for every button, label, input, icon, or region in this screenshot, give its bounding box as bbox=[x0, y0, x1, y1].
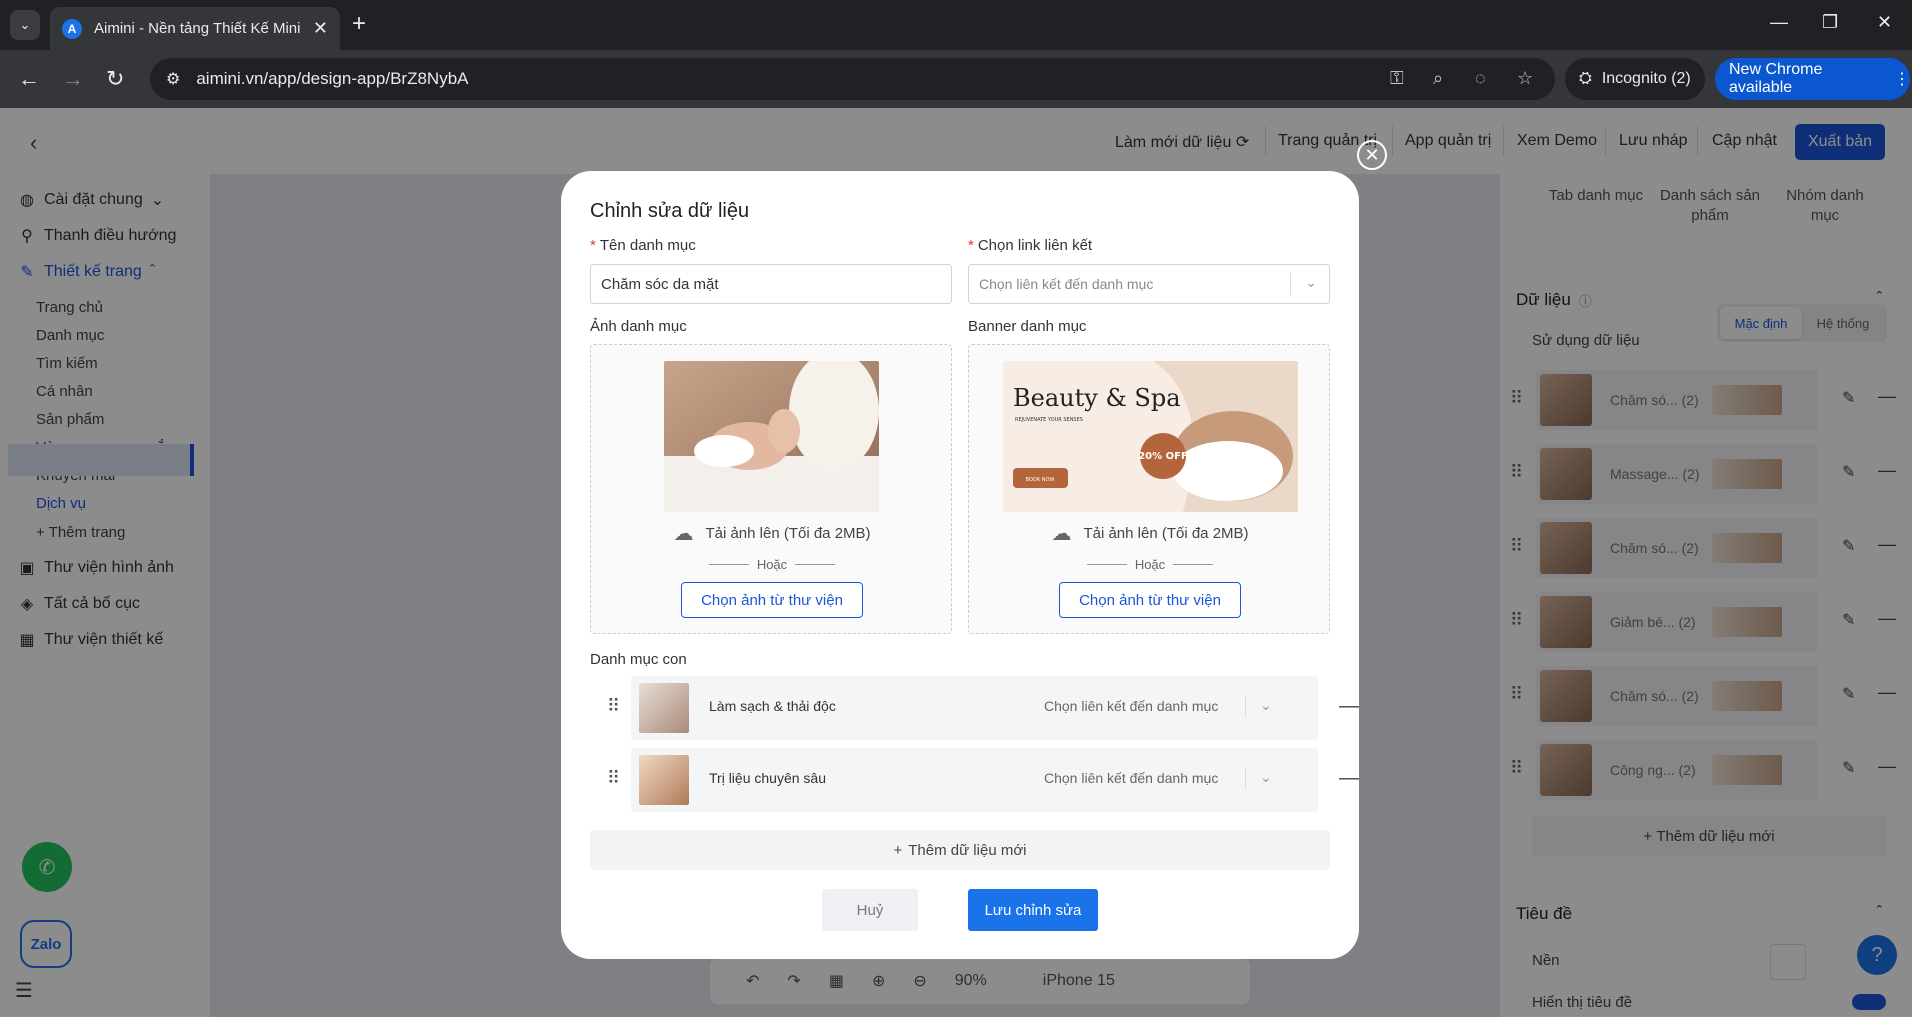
cloud-upload-icon: ☁ bbox=[1051, 523, 1072, 545]
or-divider: Hoặc bbox=[969, 557, 1331, 572]
choose-from-library-button[interactable]: Chọn ảnh từ thư viện bbox=[681, 582, 863, 618]
category-banner-preview: Beauty & Spa REJUVENATE YOUR SENSES 20% … bbox=[1003, 361, 1298, 512]
restore-icon[interactable]: ❐ bbox=[1822, 12, 1838, 33]
browser-tab[interactable]: A Aimini - Nền tảng Thiết Kế Mini ✕ bbox=[50, 7, 340, 50]
or-text: Hoặc bbox=[756, 557, 788, 572]
or-divider: Hoặc bbox=[591, 557, 953, 572]
forward-icon[interactable]: → bbox=[62, 66, 84, 92]
name-label: * Tên danh mục bbox=[590, 237, 696, 254]
back-icon[interactable]: ← bbox=[18, 66, 40, 92]
save-button[interactable]: Lưu chỉnh sửa bbox=[968, 889, 1098, 931]
subcategory-name: Làm sạch & thải độc bbox=[709, 698, 836, 714]
minimize-icon[interactable]: — bbox=[1770, 12, 1788, 33]
category-image-upload[interactable]: ☁ Tải ảnh lên (Tối đa 2MB) Hoặc Chọn ảnh … bbox=[590, 344, 952, 634]
add-data-label: Thêm dữ liệu mới bbox=[908, 841, 1027, 859]
plus-icon: + bbox=[893, 841, 903, 859]
image-label: Ảnh danh mục bbox=[590, 318, 687, 335]
address-bar[interactable]: ⚙ aimini.vn/app/design-app/BrZ8NybA ⚿ ⌕ … bbox=[150, 58, 1555, 100]
tab-title: Aimini - Nền tảng Thiết Kế Mini bbox=[94, 20, 301, 37]
subcategory-thumbnail bbox=[639, 755, 689, 805]
select-divider bbox=[1245, 696, 1246, 718]
modal-close-icon[interactable]: ✕ bbox=[1357, 140, 1387, 170]
add-data-button[interactable]: + Thêm dữ liệu mới bbox=[590, 830, 1330, 870]
browser-tab-strip: ⌄ A Aimini - Nền tảng Thiết Kế Mini ✕ + … bbox=[0, 0, 1912, 50]
remove-subcategory-icon[interactable]: — bbox=[1339, 767, 1359, 790]
banner-badge: 20% OFF bbox=[1138, 451, 1188, 462]
chevron-down-icon[interactable]: ⌄ bbox=[1260, 697, 1272, 714]
banner-subtitle: REJUVENATE YOUR SENSES bbox=[1015, 417, 1083, 423]
subcategory-label: Danh mục con bbox=[590, 651, 687, 668]
tab-search-dropdown[interactable]: ⌄ bbox=[10, 10, 40, 40]
zoom-icon[interactable]: ⌕ bbox=[1433, 68, 1443, 89]
edit-data-modal: Chỉnh sửa dữ liệu * Tên danh mục Chăm sóc… bbox=[561, 171, 1359, 959]
incognito-label: Incognito (2) bbox=[1601, 70, 1691, 87]
incognito-indicator[interactable]: ⛭ Incognito (2) bbox=[1565, 58, 1705, 100]
select-divider bbox=[1290, 273, 1291, 295]
reload-icon[interactable]: ↻ bbox=[106, 66, 124, 92]
aimini-favicon-icon: A bbox=[62, 18, 82, 39]
url-text: aimini.vn/app/design-app/BrZ8NybA bbox=[196, 69, 469, 88]
bookmark-star-icon[interactable]: ☆ bbox=[1517, 68, 1533, 89]
update-label: New Chrome available bbox=[1729, 61, 1823, 96]
more-menu-icon[interactable]: ⋮ bbox=[1894, 69, 1910, 89]
label-text: Chọn link liên kết bbox=[977, 237, 1093, 254]
subcategory-link-select[interactable]: Chọn liên kết đến danh mục bbox=[1044, 770, 1218, 786]
choose-from-library-button[interactable]: Chọn ảnh từ thư viện bbox=[1059, 582, 1241, 618]
subcategory-link-select[interactable]: Chọn liên kết đến danh mục bbox=[1044, 698, 1218, 714]
label-text: Tên danh mục bbox=[599, 237, 696, 254]
drag-handle-icon[interactable]: ⠿ bbox=[607, 768, 620, 789]
upload-row: ☁ Tải ảnh lên (Tối đa 2MB) bbox=[969, 521, 1331, 546]
cloud-upload-icon: ☁ bbox=[673, 523, 694, 545]
tab-close-icon[interactable]: ✕ bbox=[313, 18, 328, 39]
upload-text: Tải ảnh lên (Tối đa 2MB) bbox=[1083, 525, 1249, 542]
modal-title: Chỉnh sửa dữ liệu bbox=[590, 200, 750, 222]
password-key-icon[interactable]: ⚿ bbox=[1390, 68, 1404, 89]
new-tab-button[interactable]: + bbox=[352, 12, 366, 36]
subcategory-row[interactable]: ⠿ Trị liệu chuyên sâu Chọn liên kết đến … bbox=[607, 748, 1359, 812]
cancel-button[interactable]: Huỷ bbox=[822, 889, 918, 931]
select-divider bbox=[1245, 768, 1246, 790]
site-info-icon[interactable]: ⚙ bbox=[166, 69, 180, 89]
new-chrome-available-button[interactable]: New Chrome available ⋮ bbox=[1715, 58, 1910, 100]
browser-toolbar: ← → ↻ ⚙ aimini.vn/app/design-app/BrZ8Nyb… bbox=[0, 50, 1912, 108]
required-mark: * bbox=[590, 237, 596, 254]
required-mark: * bbox=[968, 237, 974, 254]
link-label: * Chọn link liên kết bbox=[968, 237, 1092, 254]
chevron-down-icon: ⌄ bbox=[1305, 274, 1317, 290]
category-banner-upload[interactable]: Beauty & Spa REJUVENATE YOUR SENSES 20% … bbox=[968, 344, 1330, 634]
category-image-preview bbox=[664, 361, 879, 512]
or-text: Hoặc bbox=[1134, 557, 1166, 572]
banner-title: Beauty & Spa bbox=[1013, 384, 1181, 412]
eye-off-icon[interactable]: ◌ bbox=[1475, 68, 1486, 89]
banner-cta: BOOK NOW bbox=[1026, 477, 1055, 483]
category-name-input[interactable]: Chăm sóc da mặt bbox=[590, 264, 952, 304]
select-placeholder: Chọn liên kết đến danh mục bbox=[979, 276, 1154, 292]
chevron-down-icon[interactable]: ⌄ bbox=[1260, 769, 1272, 786]
incognito-icon: ⛭ bbox=[1579, 70, 1592, 87]
upload-row: ☁ Tải ảnh lên (Tối đa 2MB) bbox=[591, 521, 953, 546]
subcategory-name: Trị liệu chuyên sâu bbox=[709, 770, 826, 786]
banner-label: Banner danh mục bbox=[968, 318, 1087, 335]
remove-subcategory-icon[interactable]: — bbox=[1339, 695, 1359, 718]
window-close-icon[interactable]: ✕ bbox=[1877, 12, 1892, 33]
subcategory-row[interactable]: ⠿ Làm sạch & thải độc Chọn liên kết đến … bbox=[607, 676, 1359, 740]
upload-text: Tải ảnh lên (Tối đa 2MB) bbox=[705, 525, 871, 542]
category-link-select[interactable]: Chọn liên kết đến danh mục ⌄ bbox=[968, 264, 1330, 304]
subcategory-thumbnail bbox=[639, 683, 689, 733]
drag-handle-icon[interactable]: ⠿ bbox=[607, 696, 620, 717]
